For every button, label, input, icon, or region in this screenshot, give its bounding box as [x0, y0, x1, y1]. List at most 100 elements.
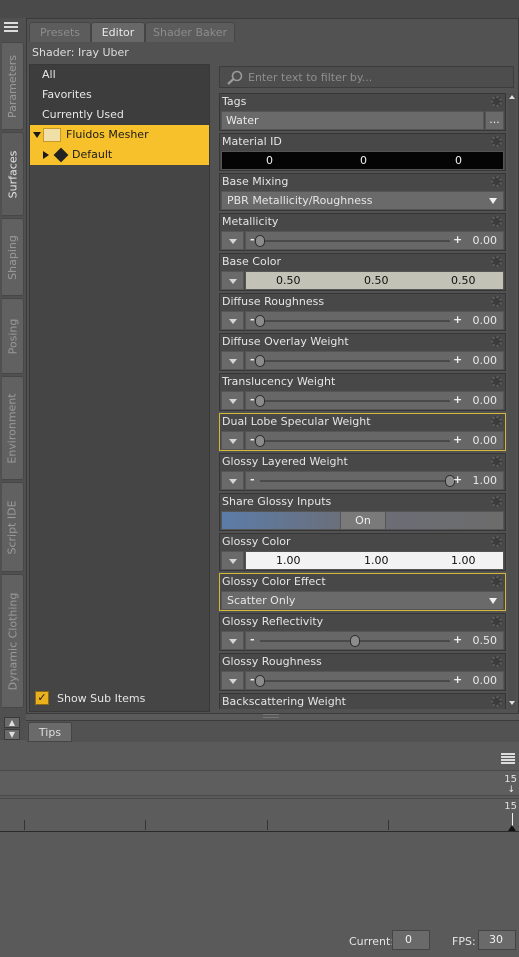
- prop-glossy-layered-weight: Glossy Layered Weight - + 1.00: [219, 453, 506, 491]
- resize-grip[interactable]: [263, 714, 279, 718]
- slider-knob[interactable]: [255, 315, 265, 327]
- glossy-roughness-value[interactable]: 0.00: [473, 674, 498, 687]
- glossy-layered-menu-button[interactable]: [221, 471, 244, 490]
- material-id-field[interactable]: 0 0 0: [221, 151, 504, 170]
- base-color-swatch[interactable]: 0.50 0.50 0.50: [245, 271, 504, 290]
- scroll-down-icon[interactable]: [509, 701, 515, 705]
- tab-posing[interactable]: Posing: [2, 298, 24, 374]
- prop-glossy-color-label: Glossy Color: [222, 535, 291, 548]
- timeline-keys-track[interactable]: 15 ↓: [0, 770, 519, 796]
- list-item-all[interactable]: All: [30, 65, 209, 85]
- timeline-menu-icon[interactable]: [501, 752, 515, 764]
- tab-shader-baker[interactable]: Shader Baker: [145, 22, 235, 42]
- gear-icon[interactable]: [491, 296, 502, 307]
- gear-icon[interactable]: [491, 256, 502, 267]
- tab-environment[interactable]: Environment: [2, 376, 24, 480]
- expand-right-icon[interactable]: [43, 151, 49, 159]
- gear-icon[interactable]: [491, 456, 502, 467]
- timeline-ruler[interactable]: 15: [0, 798, 519, 832]
- glossy-layered-value[interactable]: 1.00: [473, 474, 498, 487]
- gear-icon[interactable]: [491, 336, 502, 347]
- prop-translucency-weight: Translucency Weight - + 0.00: [219, 373, 506, 411]
- tree-item-default[interactable]: Default: [30, 145, 209, 165]
- diffuse-roughness-value[interactable]: 0.00: [473, 314, 498, 327]
- prop-base-color: Base Color 0.50 0.50 0.50: [219, 253, 506, 291]
- fps-field[interactable]: 30: [478, 930, 516, 950]
- scroll-up-icon[interactable]: [509, 95, 515, 99]
- pane-menu-icon[interactable]: [4, 20, 22, 36]
- glossy-reflectivity-slider[interactable]: - + 0.50: [245, 631, 504, 650]
- tab-scroll-down-button[interactable]: ▼: [4, 729, 20, 740]
- gear-icon[interactable]: [491, 536, 502, 547]
- tab-parameters[interactable]: Parameters: [2, 42, 24, 130]
- tab-script-ide-label: Script IDE: [6, 499, 20, 555]
- diffuse-roughness-menu-button[interactable]: [221, 311, 244, 330]
- tab-tips[interactable]: Tips: [28, 722, 72, 742]
- share-glossy-toggle[interactable]: On: [221, 511, 504, 530]
- tab-script-ide[interactable]: Script IDE: [2, 482, 24, 572]
- tags-browse-button[interactable]: ...: [485, 111, 504, 130]
- translucency-menu-button[interactable]: [221, 391, 244, 410]
- list-item-favorites[interactable]: Favorites: [30, 85, 209, 105]
- gear-icon[interactable]: [491, 136, 502, 147]
- tab-shaping[interactable]: Shaping: [2, 218, 24, 296]
- glossy-color-swatch[interactable]: 1.00 1.00 1.00: [245, 551, 504, 570]
- list-item-currently-used[interactable]: Currently Used: [30, 105, 209, 125]
- tab-shaping-label: Shaping: [6, 234, 19, 280]
- tab-presets[interactable]: Presets: [29, 22, 91, 42]
- slider-knob[interactable]: [350, 635, 360, 647]
- dual-lobe-value[interactable]: 0.00: [473, 434, 498, 447]
- metallicity-value[interactable]: 0.00: [473, 234, 498, 247]
- slider-knob[interactable]: [255, 235, 265, 247]
- property-scrollbar[interactable]: [508, 93, 516, 709]
- glossy-color-effect-dropdown[interactable]: Scatter Only: [221, 591, 504, 610]
- glossy-color-menu-button[interactable]: [221, 551, 244, 570]
- base-mixing-dropdown[interactable]: PBR Metallicity/Roughness: [221, 191, 504, 210]
- glossy-color-r: 1.00: [276, 554, 301, 567]
- gear-icon[interactable]: [491, 176, 502, 187]
- slider-knob[interactable]: [255, 435, 265, 447]
- translucency-value[interactable]: 0.00: [473, 394, 498, 407]
- glossy-layered-slider[interactable]: - + 1.00: [245, 471, 504, 490]
- diffuse-overlay-slider[interactable]: - + 0.00: [245, 351, 504, 370]
- dual-lobe-slider[interactable]: - + 0.00: [245, 431, 504, 450]
- glossy-roughness-slider[interactable]: - + 0.00: [245, 671, 504, 690]
- tab-scroll-up-button[interactable]: ▲: [4, 717, 20, 728]
- prop-diffuse-overlay-weight-label: Diffuse Overlay Weight: [222, 335, 349, 348]
- glossy-reflectivity-menu-button[interactable]: [221, 631, 244, 650]
- gear-icon[interactable]: [491, 216, 502, 227]
- tree-item-fluidos-mesher[interactable]: Fluidos Mesher: [30, 125, 209, 145]
- base-color-r: 0.50: [276, 274, 301, 287]
- gear-icon[interactable]: [491, 576, 502, 587]
- gear-icon[interactable]: [491, 696, 502, 707]
- slider-knob[interactable]: [255, 675, 265, 687]
- tab-surfaces[interactable]: Surfaces: [2, 132, 24, 216]
- diffuse-roughness-slider[interactable]: - + 0.00: [245, 311, 504, 330]
- metallicity-menu-button[interactable]: [221, 231, 244, 250]
- expand-down-icon[interactable]: [33, 132, 41, 138]
- tags-field[interactable]: Water: [221, 111, 484, 130]
- filter-input[interactable]: [248, 68, 510, 86]
- prop-diffuse-overlay-weight: Diffuse Overlay Weight - + 0.00: [219, 333, 506, 371]
- slider-knob[interactable]: [255, 395, 265, 407]
- show-sub-items-checkbox[interactable]: ✓: [35, 691, 49, 705]
- gear-icon[interactable]: [491, 96, 502, 107]
- dual-lobe-menu-button[interactable]: [221, 431, 244, 450]
- glossy-roughness-menu-button[interactable]: [221, 671, 244, 690]
- gear-icon[interactable]: [491, 496, 502, 507]
- current-frame-field[interactable]: 0: [392, 930, 430, 950]
- metallicity-slider[interactable]: - + 0.00: [245, 231, 504, 250]
- gear-icon[interactable]: [491, 376, 502, 387]
- gear-icon[interactable]: [491, 616, 502, 627]
- diffuse-overlay-value[interactable]: 0.00: [473, 354, 498, 367]
- gear-icon[interactable]: [491, 656, 502, 667]
- base-color-menu-button[interactable]: [221, 271, 244, 290]
- slider-knob[interactable]: [255, 355, 265, 367]
- gear-icon[interactable]: [491, 416, 502, 427]
- material-id-r: 0: [266, 154, 273, 167]
- tab-editor[interactable]: Editor: [91, 22, 145, 42]
- tab-dynamic-clothing[interactable]: Dynamic Clothing: [2, 574, 24, 708]
- glossy-reflectivity-value[interactable]: 0.50: [473, 634, 498, 647]
- diffuse-overlay-menu-button[interactable]: [221, 351, 244, 370]
- translucency-slider[interactable]: - + 0.00: [245, 391, 504, 410]
